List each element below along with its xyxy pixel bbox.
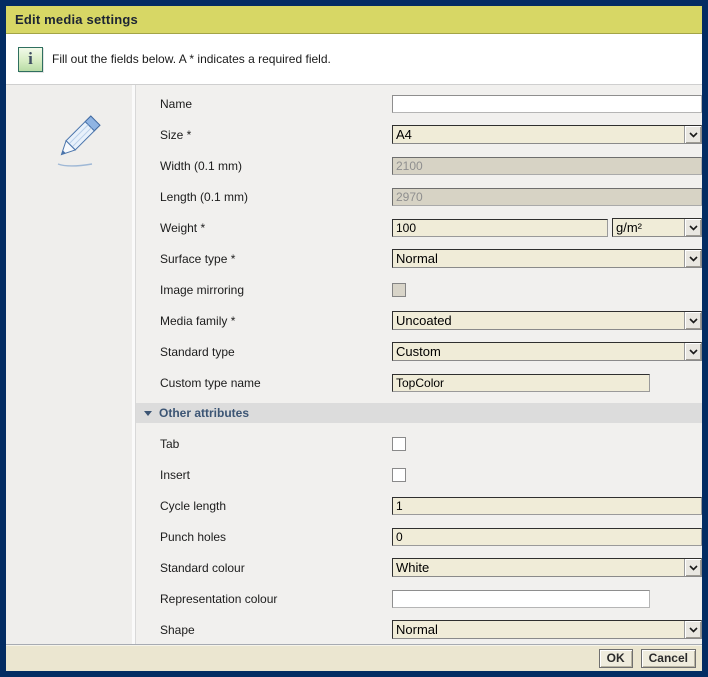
page-title: Edit media settings	[15, 12, 138, 27]
standard-colour-select[interactable]: White	[392, 558, 702, 577]
size-select[interactable]: A4	[392, 125, 702, 144]
ok-button[interactable]: OK	[599, 649, 633, 668]
standard-type-value: Custom	[393, 343, 684, 360]
info-message: Fill out the fields below. A * indicates…	[52, 52, 331, 66]
punch-holes-field[interactable]	[392, 528, 702, 546]
form-row: Surface type * Normal	[160, 243, 702, 274]
chevron-down-icon[interactable]	[684, 559, 701, 576]
form-row: Punch holes	[160, 521, 702, 552]
left-panel	[6, 85, 136, 644]
field-label: Image mirroring	[160, 283, 392, 297]
tab-checkbox[interactable]	[392, 437, 406, 451]
field-label: Length (0.1 mm)	[160, 190, 392, 204]
field-label: Tab	[160, 437, 392, 451]
field-label: Weight *	[160, 221, 392, 235]
chevron-down-icon[interactable]	[684, 312, 701, 329]
field-label: Surface type *	[160, 252, 392, 266]
edit-media-settings-dialog: Edit media settings i Fill out the field…	[0, 0, 708, 677]
surface-type-value: Normal	[393, 250, 684, 267]
field-label: Media family *	[160, 314, 392, 328]
standard-type-select[interactable]: Custom	[392, 342, 702, 361]
media-family-value: Uncoated	[393, 312, 684, 329]
form-row: Cycle length	[160, 490, 702, 521]
pencil-icon	[46, 111, 108, 173]
dialog-titlebar: Edit media settings	[6, 6, 702, 34]
form-row: Insert	[160, 459, 702, 490]
dialog-body: Name Size * A4 Width (0.1 mm) Length (0.…	[6, 85, 702, 644]
form-row: Standard type Custom	[160, 336, 702, 367]
media-settings-form: Name Size * A4 Width (0.1 mm) Length (0.…	[136, 85, 702, 644]
triangle-down-icon	[144, 411, 152, 416]
field-label: Size *	[160, 128, 392, 142]
weight-unit-select[interactable]: g/m²	[612, 218, 702, 237]
form-row: Custom type name	[160, 367, 702, 398]
insert-checkbox[interactable]	[392, 468, 406, 482]
chevron-down-icon[interactable]	[684, 219, 701, 236]
form-row: Weight * g/m²	[160, 212, 702, 243]
weight-unit-value: g/m²	[613, 219, 684, 236]
form-row: Name	[160, 88, 702, 119]
name-field[interactable]	[392, 95, 702, 113]
form-row: Width (0.1 mm)	[160, 150, 702, 181]
section-label: Other attributes	[159, 406, 249, 420]
form-row: Media family * Uncoated	[160, 305, 702, 336]
image-mirroring-checkbox	[392, 283, 406, 297]
form-row: Length (0.1 mm)	[160, 181, 702, 212]
shape-value: Normal	[393, 621, 684, 638]
form-row: Size * A4	[160, 119, 702, 150]
surface-type-select[interactable]: Normal	[392, 249, 702, 268]
form-row: Image mirroring	[160, 274, 702, 305]
shape-select[interactable]: Normal	[392, 620, 702, 639]
field-label: Standard colour	[160, 561, 392, 575]
media-family-select[interactable]: Uncoated	[392, 311, 702, 330]
other-attributes-section-header[interactable]: Other attributes	[136, 403, 702, 423]
cycle-length-field[interactable]	[392, 497, 702, 515]
field-label: Standard type	[160, 345, 392, 359]
field-label: Shape	[160, 623, 392, 637]
field-label: Custom type name	[160, 376, 392, 390]
form-row: Tab	[160, 428, 702, 459]
field-label: Cycle length	[160, 499, 392, 513]
form-row: Standard colour White	[160, 552, 702, 583]
standard-colour-value: White	[393, 559, 684, 576]
custom-type-name-field[interactable]	[392, 374, 650, 392]
chevron-down-icon[interactable]	[684, 250, 701, 267]
chevron-down-icon[interactable]	[684, 621, 701, 638]
form-row: Shape Normal	[160, 614, 702, 645]
field-label: Punch holes	[160, 530, 392, 544]
field-label: Insert	[160, 468, 392, 482]
cancel-button[interactable]: Cancel	[641, 649, 696, 668]
chevron-down-icon[interactable]	[684, 343, 701, 360]
form-row: Representation colour	[160, 583, 702, 614]
size-select-value: A4	[393, 126, 684, 143]
field-label: Width (0.1 mm)	[160, 159, 392, 173]
width-field	[392, 157, 702, 175]
chevron-down-icon[interactable]	[684, 126, 701, 143]
length-field	[392, 188, 702, 206]
weight-field[interactable]	[392, 219, 608, 237]
info-banner: i Fill out the fields below. A * indicat…	[6, 34, 702, 85]
field-label: Name	[160, 97, 392, 111]
representation-colour-field[interactable]	[392, 590, 650, 608]
dialog-footer: OK Cancel	[6, 644, 702, 671]
info-icon: i	[18, 47, 43, 72]
field-label: Representation colour	[160, 592, 392, 606]
